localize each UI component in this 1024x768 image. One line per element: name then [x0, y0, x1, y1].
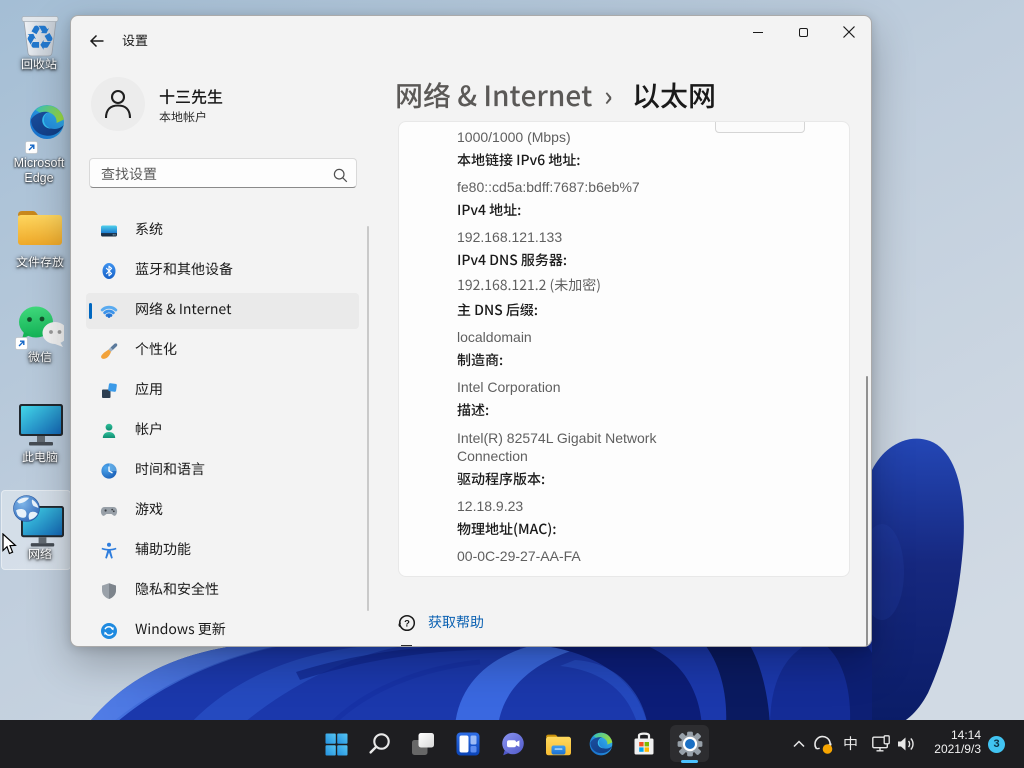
- svg-text:?: ?: [404, 618, 410, 629]
